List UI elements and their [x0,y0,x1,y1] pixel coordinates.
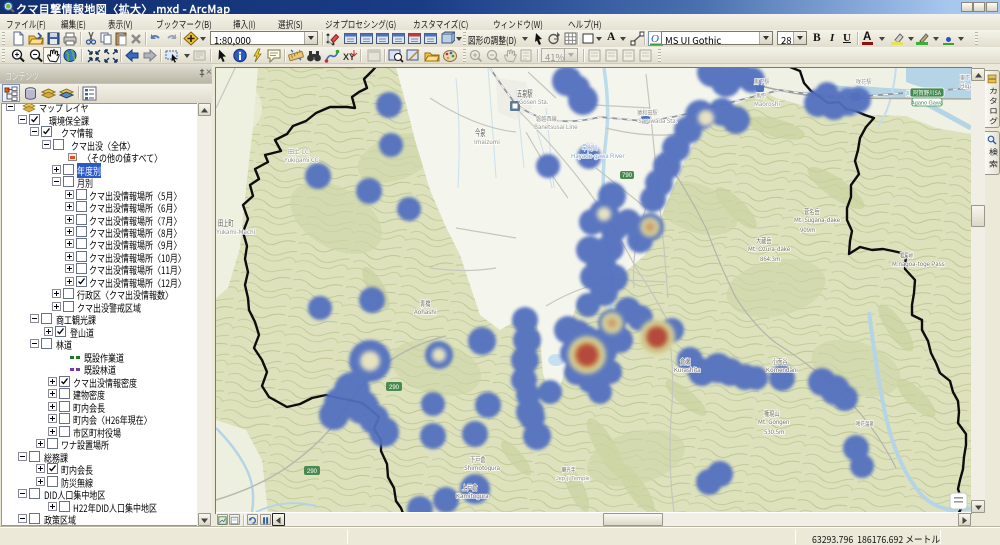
svg-text:290: 290 [307,469,318,475]
svg-text:530.5m: 530.5m [764,427,785,436]
svg-text:Agano Gawa: Agano Gawa [911,101,944,107]
svg-text:Aohashi: Aohashi [414,307,437,316]
svg-text:790: 790 [622,173,633,179]
svg-text:Mt. Sugana-dake: Mt. Sugana-dake [794,215,841,224]
svg-text:Gosen Sta.: Gosen Sta. [519,97,549,106]
svg-text:Hayade-gawa River: Hayade-gawa River [571,151,625,160]
svg-text:Jep-ji Temple: Jep-ji Temple [556,474,590,482]
svg-text:馬下駅: 馬下駅 [754,77,770,86]
svg-text:M.nagoa-toge Pass: M.nagoa-toge Pass [892,259,945,268]
svg-text:O: O [651,33,659,45]
svg-text:XY: XY [343,52,355,62]
svg-text:Kurashita: Kurashita [674,365,701,374]
svg-text:290: 290 [389,385,400,391]
svg-text:阿賀野川SA: 阿賀野川SA [913,88,941,97]
svg-text:Higashi: Higashi [960,81,971,90]
svg-text:864.3m: 864.3m [760,254,781,263]
svg-text:909m: 909m [800,225,816,234]
svg-text:咲花駅: 咲花駅 [856,77,872,86]
svg-text:Komendani: Komendani [766,365,798,374]
svg-text:Mt. Ozura-dake: Mt. Ozura-dake [748,244,791,253]
svg-text:Banetsusai Line: Banetsusai Line [534,122,578,131]
svg-text:観光寺: 観光寺 [562,465,575,474]
svg-text:Yukigami CC: Yukigami CC [284,155,319,164]
svg-text:Mt. Gongen: Mt. Gongen [758,417,789,426]
svg-text:咲花温泉: 咲花温泉 [856,419,874,428]
svg-text:Saruwada Sta.: Saruwada Sta. [638,116,678,125]
svg-text:Kamitogura: Kamitogura [456,491,489,500]
svg-text:Imaizumi: Imaizumi [474,137,500,146]
svg-text:Yukami-Machi: Yukami-Machi [216,227,256,236]
svg-text:Shimotogura: Shimotogura [464,463,500,472]
svg-text:Maoroshi: Maoroshi [754,99,780,108]
